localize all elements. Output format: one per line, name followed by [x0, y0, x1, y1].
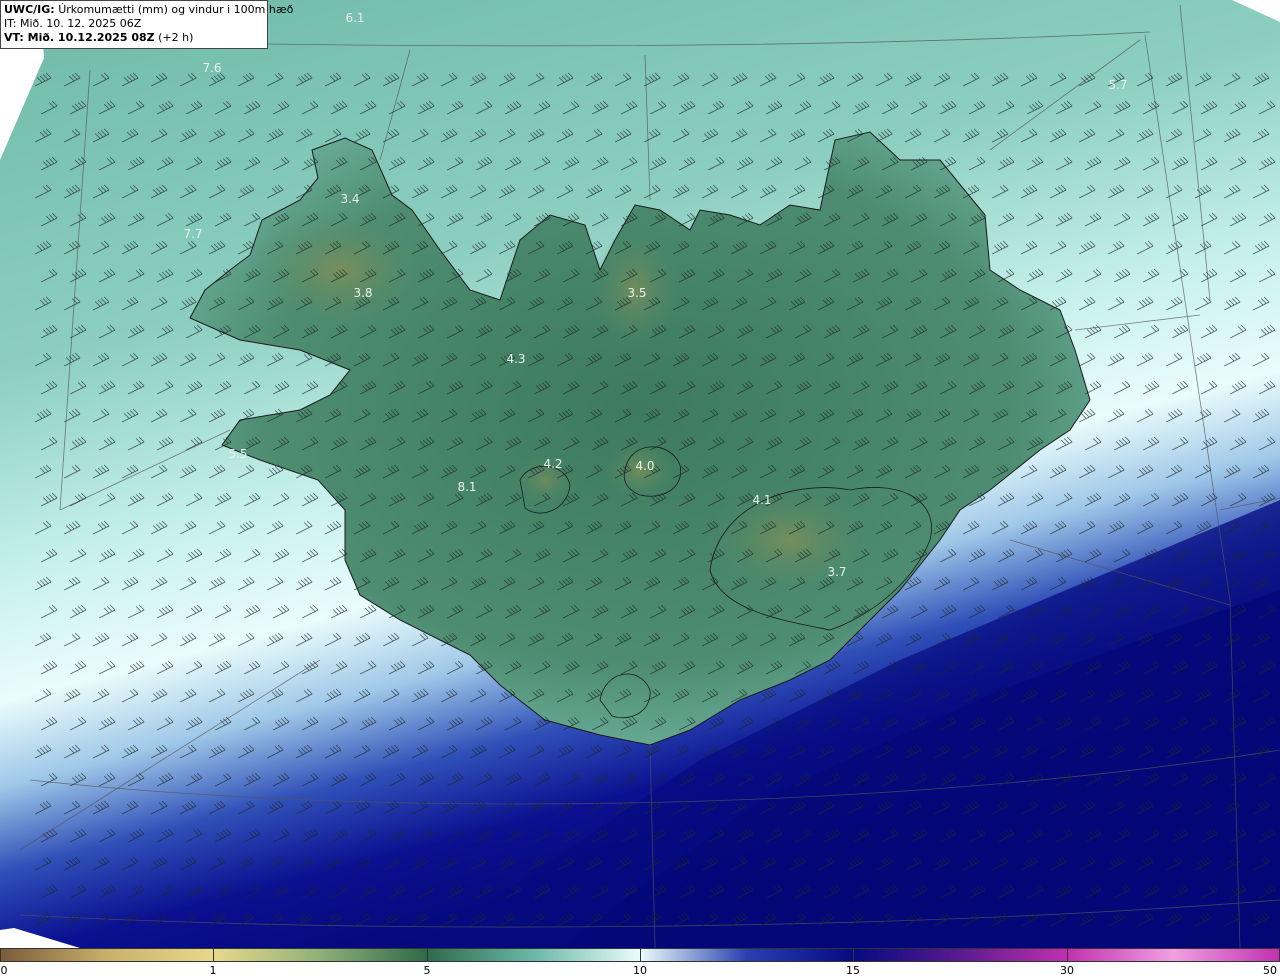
colorbar-tick-mark: [1067, 948, 1068, 962]
valid-time: VT: Mið. 10.12.2025 08Z: [4, 31, 155, 44]
map-title-box: UWC/IG: Úrkomumætti (mm) og vindur i 100…: [0, 0, 293, 49]
point-value: 3.5: [627, 286, 646, 300]
title-line: UWC/IG: Úrkomumætti (mm) og vindur i 100…: [4, 3, 293, 17]
point-value: 7.6: [202, 61, 221, 75]
point-value: 5.7: [1108, 78, 1127, 92]
point-value: 8.1: [457, 480, 476, 494]
colorbar-tick-label: 10: [633, 964, 647, 977]
point-value: 3.7: [827, 565, 846, 579]
point-value: 3.8: [353, 286, 372, 300]
colorbar-tick-label: 50: [1263, 964, 1277, 977]
title-prefix: UWC/IG:: [4, 3, 55, 16]
point-value: 5.5: [228, 447, 247, 461]
point-value: 6.1: [345, 11, 364, 25]
colorbar-tick-mark: [853, 948, 854, 962]
point-value: 7.7: [183, 227, 202, 241]
colorbar-tick-label: 5: [423, 964, 431, 977]
weather-map[interactable]: 6.1 7.6 5.7 3.4 7.7 3.8 3.5 4.3 5.5 4.2 4.0 8.1 4.1 3…: [0, 0, 1280, 948]
point-value: 4.0: [635, 459, 654, 473]
point-value: 3.4: [340, 192, 359, 206]
title-text: Úrkomumætti (mm) og vindur i 100m hæð: [58, 3, 294, 16]
point-value: 4.2: [543, 457, 562, 471]
colorbar-tick-label: 15: [846, 964, 860, 977]
valid-offset: (+2 h): [154, 31, 194, 44]
colorbar-tick-mark: [427, 948, 428, 962]
issue-time: IT: Mið. 10. 12. 2025 06Z: [4, 17, 142, 30]
model-domain: 6.1 7.6 5.7 3.4 7.7 3.8 3.5 4.3 5.5 4.2 4.0 8.1 4.1 3…: [0, 0, 1280, 948]
valid-time-line: VT: Mið. 10.12.2025 08Z (+2 h): [4, 31, 264, 45]
colorbar-tick-mark: [0, 948, 1, 962]
colorbar-tick-mark: [213, 948, 214, 962]
colorbar-tick-label: 0: [0, 964, 8, 977]
colorbar-tick-label: 1: [209, 964, 217, 977]
point-value: 4.3: [506, 352, 525, 366]
colorbar-tick-mark: [640, 948, 641, 962]
point-value: 4.1: [752, 493, 771, 507]
colorbar-tick-label: 30: [1060, 964, 1074, 977]
colorbar: 0 1 5 10 15 30 50: [0, 948, 1280, 978]
